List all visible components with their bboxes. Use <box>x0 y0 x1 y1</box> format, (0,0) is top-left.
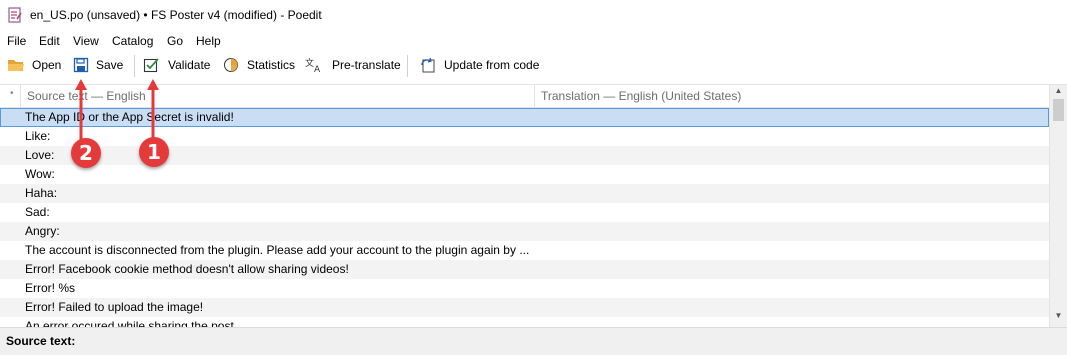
validate-button[interactable]: Validate <box>143 52 210 78</box>
menu-file[interactable]: File <box>7 34 26 48</box>
pretranslate-label: Pre-translate <box>332 58 401 72</box>
save-button[interactable]: Save <box>73 52 123 78</box>
annotation-badge-1: 1 <box>139 137 169 167</box>
list-row[interactable]: Wow: <box>0 165 1049 184</box>
sort-indicator-icon[interactable]: • <box>10 88 14 99</box>
folder-icon <box>8 60 24 71</box>
update-label: Update from code <box>444 58 540 72</box>
source-text: Angry: <box>25 224 60 238</box>
menu-help[interactable]: Help <box>196 34 221 48</box>
column-divider <box>20 85 21 107</box>
source-text: Love: <box>25 148 55 162</box>
source-text: An error occured while sharing the post. <box>25 319 238 327</box>
checkbox-check-icon <box>143 58 159 73</box>
source-text: Wow: <box>25 167 55 181</box>
title-bar: en_US.po (unsaved) • FS Poster v4 (modif… <box>0 0 1067 30</box>
column-divider[interactable] <box>534 85 535 107</box>
source-text-label: Source text: <box>6 334 76 348</box>
source-text: The account is disconnected from the plu… <box>25 243 530 257</box>
source-text: Error! Facebook cookie method doesn't al… <box>25 262 349 276</box>
statistics-label: Statistics <box>247 58 296 72</box>
menu-view[interactable]: View <box>73 34 99 48</box>
statistics-button[interactable]: Statistics <box>223 52 295 78</box>
menu-go[interactable]: Go <box>167 34 183 48</box>
column-header-translation[interactable]: Translation — English (United States) <box>541 89 741 103</box>
source-text: Haha: <box>25 186 58 200</box>
window-title: en_US.po (unsaved) • FS Poster v4 (modif… <box>30 8 322 22</box>
menu-edit[interactable]: Edit <box>39 34 60 48</box>
scroll-up-icon[interactable]: ▲ <box>1050 86 1067 100</box>
source-text: The App ID or the App Secret is invalid! <box>25 110 234 124</box>
source-text: Error! Failed to upload the image! <box>25 300 204 314</box>
source-text: Sad: <box>25 205 50 219</box>
translation-list: • Source text — English Translation — En… <box>0 84 1067 327</box>
pie-chart-icon <box>224 58 238 72</box>
scrollbar-thumb[interactable] <box>1053 99 1064 121</box>
toolbar-separator <box>134 55 135 77</box>
source-text: Error! %s <box>25 281 76 295</box>
poedit-app-icon <box>8 7 22 23</box>
list-row[interactable]: Error! Facebook cookie method doesn't al… <box>0 260 1049 279</box>
open-button[interactable]: Open <box>7 52 61 78</box>
list-row[interactable]: Haha: <box>0 184 1049 203</box>
scroll-down-icon[interactable]: ▼ <box>1050 311 1067 325</box>
validate-label: Validate <box>168 58 211 72</box>
toolbar-separator <box>407 55 408 77</box>
source-text: Like: <box>25 129 51 143</box>
menu-catalog[interactable]: Catalog <box>112 34 153 48</box>
annotation-badge-2: 2 <box>71 138 101 168</box>
open-label: Open <box>32 58 62 72</box>
list-row[interactable]: Error! Failed to upload the image! <box>0 298 1049 317</box>
floppy-disk-icon <box>73 57 89 73</box>
translate-icon: 文 A <box>305 57 321 73</box>
pretranslate-button[interactable]: 文 A Pre-translate <box>305 52 401 78</box>
update-refresh-icon <box>421 57 435 73</box>
list-row[interactable]: The account is disconnected from the plu… <box>0 241 1049 260</box>
svg-text:A: A <box>314 65 321 73</box>
svg-text:文: 文 <box>305 57 314 69</box>
toolbar: Open Save Validate Statistics 文 A Pre-tr… <box>0 52 1067 80</box>
menu-bar: File Edit View Catalog Go Help <box>0 31 1067 51</box>
update-from-code-button[interactable]: Update from code <box>419 52 539 78</box>
list-row[interactable]: Sad: <box>0 203 1049 222</box>
list-row[interactable]: Error! %s <box>0 279 1049 298</box>
save-label: Save <box>96 58 124 72</box>
source-text-pane: Source text: <box>0 327 1067 355</box>
list-row[interactable]: An error occured while sharing the post. <box>0 317 1049 327</box>
vertical-scrollbar[interactable]: ▲ ▼ <box>1049 85 1067 327</box>
list-row[interactable]: Angry: <box>0 222 1049 241</box>
